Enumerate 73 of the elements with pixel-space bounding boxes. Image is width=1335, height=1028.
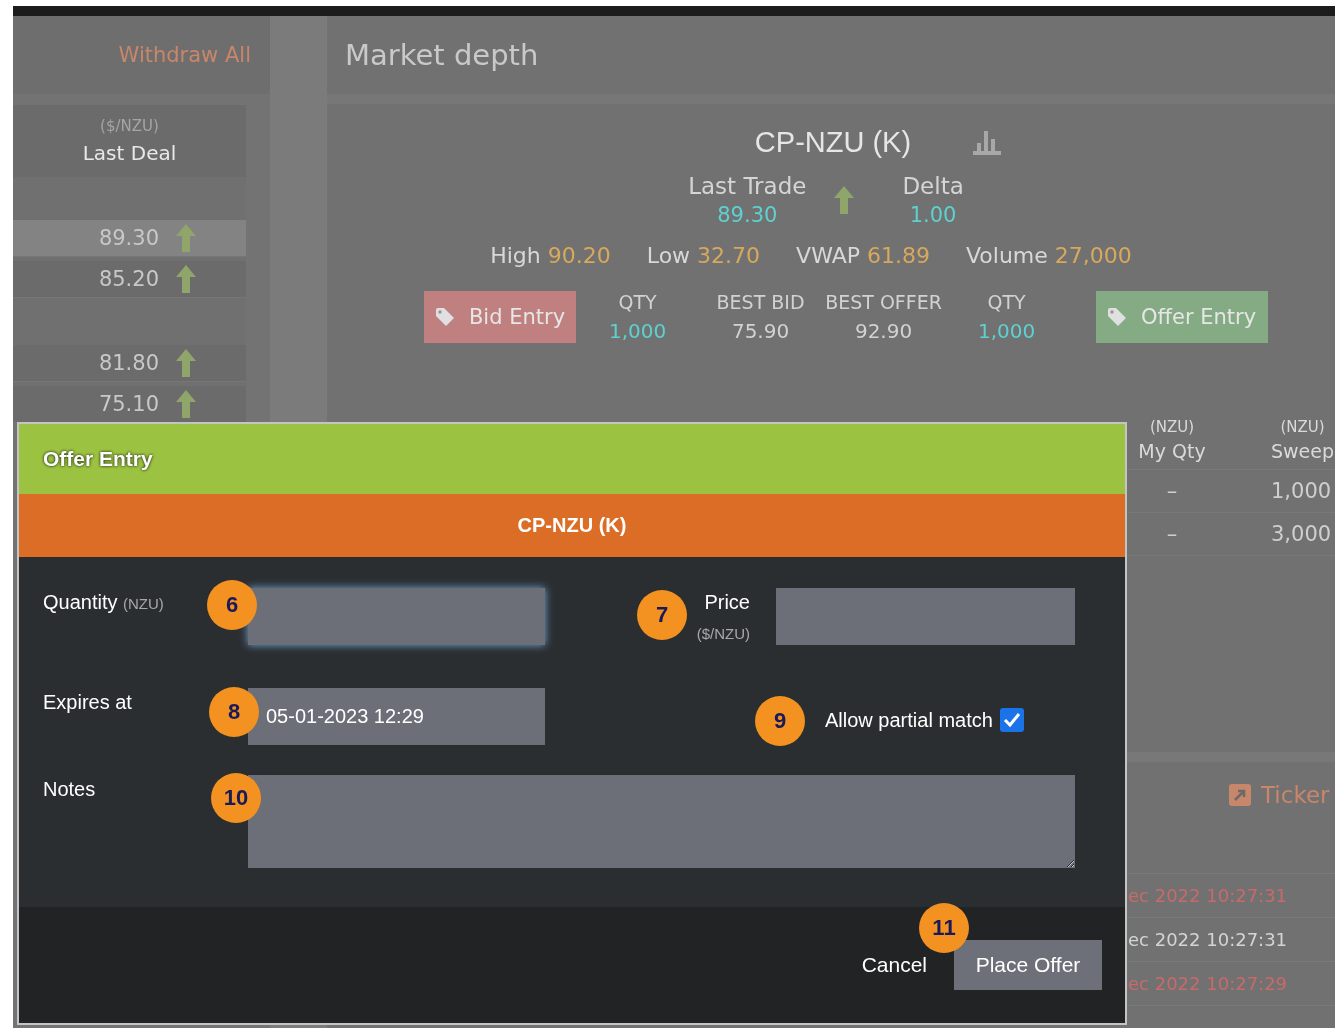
quote-label: BEST BID [716, 291, 805, 313]
notes-field[interactable] [248, 775, 1075, 868]
column-header: Sweep [1271, 439, 1335, 462]
last-deal-cell-text: 85.20 [97, 267, 159, 291]
place-offer-button[interactable]: Place Offer [954, 940, 1102, 990]
callout-badge: 11 [919, 903, 969, 953]
tag-icon [1107, 307, 1128, 327]
quote-value: 1,000 [608, 319, 667, 343]
last-trade-label: Last Trade [688, 173, 807, 199]
column-header: My Qty [1138, 439, 1206, 462]
notes-label: Notes [43, 778, 96, 800]
quote-value: 92.90 [854, 319, 913, 343]
external-link-icon[interactable] [1229, 784, 1251, 806]
quote-label: BEST OFFER [825, 291, 942, 313]
quote-label: QTY [618, 291, 657, 313]
delta-label: Delta [902, 173, 964, 199]
panel-title: Market depth [345, 38, 539, 72]
price-unit: ($/NZU) [696, 625, 750, 642]
quote-value: 75.90 [731, 319, 790, 343]
last-deal-cell-text: 81.80 [97, 351, 159, 375]
deal-row[interactable]: 75.10 [13, 386, 246, 423]
price-field[interactable] [776, 588, 1075, 645]
partial-match-checkbox[interactable] [999, 708, 1024, 732]
withdraw-all-link[interactable]: Withdraw All [118, 43, 251, 67]
price-label: Price [704, 590, 750, 614]
callout-badge: 9 [755, 696, 805, 746]
expires-label: Expires at [43, 691, 132, 713]
delta-value: 1.00 [909, 203, 957, 227]
ticker-time: ec 2022 10:27:29 [1128, 973, 1288, 994]
deal-row[interactable]: 81.80 [13, 345, 246, 382]
dialog-title: Offer Entry [43, 447, 153, 471]
up-arrow-icon [176, 224, 196, 252]
callout-badge: 6 [207, 580, 257, 630]
up-arrow-icon [834, 186, 855, 214]
stat-text: VWAP 61.89 [796, 243, 930, 268]
offer-entry-button[interactable]: Offer Entry [1096, 291, 1269, 343]
last-trade-value: 89.30 [717, 203, 778, 227]
quote-label: QTY [987, 291, 1026, 313]
instrument-title: CP-NZU (K) [754, 126, 912, 159]
up-arrow-icon [176, 265, 196, 293]
table-cell: 1,000 [1271, 479, 1332, 503]
stat-text: High 90.20 [490, 243, 611, 268]
column-unit: (NZU) [1280, 417, 1325, 436]
last-deal-cell-text: 75.10 [97, 392, 159, 416]
callout-badge: 7 [637, 590, 687, 640]
column-unit: (NZU) [1149, 417, 1195, 436]
quantity-field[interactable] [248, 588, 545, 645]
callout-badge: 8 [209, 687, 259, 737]
up-arrow-icon [176, 349, 196, 377]
stat-text: Low 32.70 [646, 243, 761, 268]
expires-field[interactable]: 05-01-2023 12:29 [248, 688, 545, 745]
callout-badge: 10 [211, 773, 261, 823]
stat-text: Volume 27,000 [966, 243, 1132, 268]
table-cell-text: – [1165, 522, 1179, 546]
up-arrow-icon [176, 390, 196, 418]
bid-entry-button[interactable]: Bid Entry [423, 291, 577, 343]
tag-icon [434, 307, 455, 327]
table-cell-text: – [1165, 479, 1179, 503]
column-header: Last Deal [82, 141, 177, 165]
last-deal-cell-text: 89.30 [97, 226, 159, 250]
deal-row[interactable]: 85.20 [13, 261, 246, 298]
instrument-title: CP-NZU (K) [517, 514, 627, 537]
table-cell: 3,000 [1271, 522, 1332, 546]
ticker-title: Ticker [1261, 782, 1330, 808]
partial-match-label: Allow partial match [825, 708, 993, 732]
bar-chart-icon[interactable] [973, 130, 1002, 155]
quote-value: 1,000 [977, 319, 1036, 343]
ticker-time: ec 2022 10:27:31 [1128, 929, 1288, 950]
deal-row[interactable]: 89.30 [13, 220, 246, 257]
quantity-label: Quantity (NZU) [43, 591, 164, 613]
ticker-time: ec 2022 10:27:31 [1128, 885, 1288, 906]
cancel-button[interactable]: Cancel [861, 953, 927, 977]
column-unit: ($/NZU) [100, 117, 159, 135]
